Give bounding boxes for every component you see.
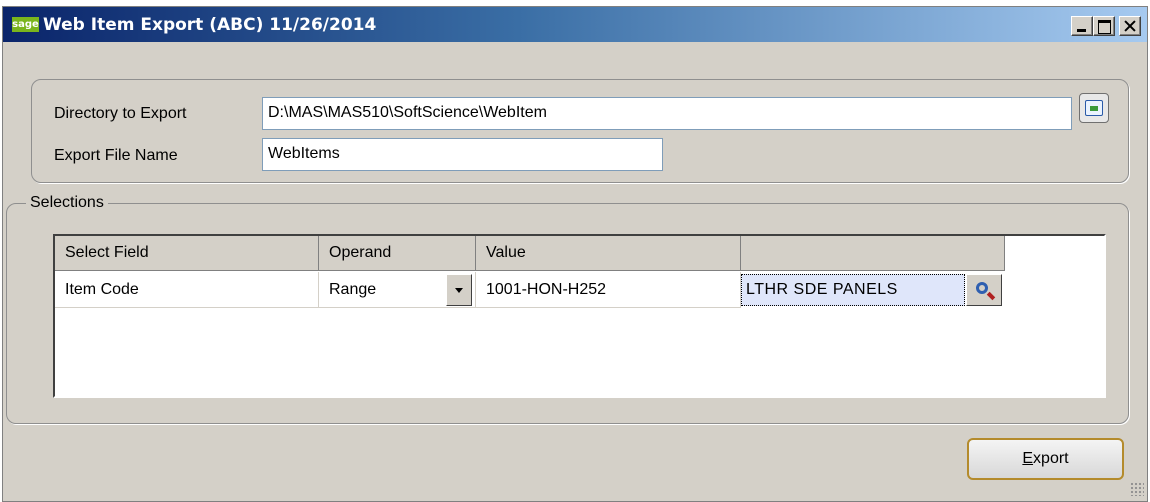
- export-file-name-label: Export File Name: [54, 147, 178, 164]
- folder-icon: [1085, 100, 1103, 116]
- directory-label: Directory to Export: [54, 105, 187, 122]
- header-description[interactable]: [741, 236, 1005, 271]
- export-label: xport: [1033, 450, 1069, 467]
- title-bar[interactable]: sage Web Item Export (ABC) 11/26/2014: [3, 7, 1147, 42]
- lookup-button[interactable]: [966, 274, 1002, 306]
- export-button[interactable]: Export: [967, 438, 1124, 480]
- selections-grid[interactable]: Select Field Operand Value Item Code Ran…: [53, 234, 1106, 398]
- close-button[interactable]: [1119, 16, 1141, 36]
- minimize-button[interactable]: [1071, 16, 1093, 36]
- window-title: Web Item Export (ABC) 11/26/2014: [43, 15, 377, 35]
- export-file-name-input[interactable]: WebItems: [262, 138, 663, 171]
- resize-grip[interactable]: [1130, 482, 1144, 496]
- header-value[interactable]: Value: [476, 236, 741, 271]
- maximize-button[interactable]: [1093, 16, 1115, 36]
- selections-legend: Selections: [26, 194, 108, 212]
- browse-folder-button[interactable]: [1079, 93, 1109, 123]
- export-accelerator: E: [1022, 450, 1034, 467]
- sage-logo: sage: [12, 17, 39, 32]
- header-select-field[interactable]: Select Field: [55, 236, 319, 271]
- header-operand[interactable]: Operand: [319, 236, 476, 271]
- dropdown-arrow-icon[interactable]: [446, 274, 472, 306]
- cell-select-field[interactable]: Item Code: [55, 272, 319, 308]
- magnifier-icon: [976, 282, 988, 294]
- cell-value[interactable]: 1001-HON-H252: [476, 272, 741, 308]
- directory-input[interactable]: D:\MAS\MAS510\SoftScience\WebItem: [262, 97, 1072, 130]
- description-field[interactable]: LTHR SDE PANELS: [741, 274, 965, 306]
